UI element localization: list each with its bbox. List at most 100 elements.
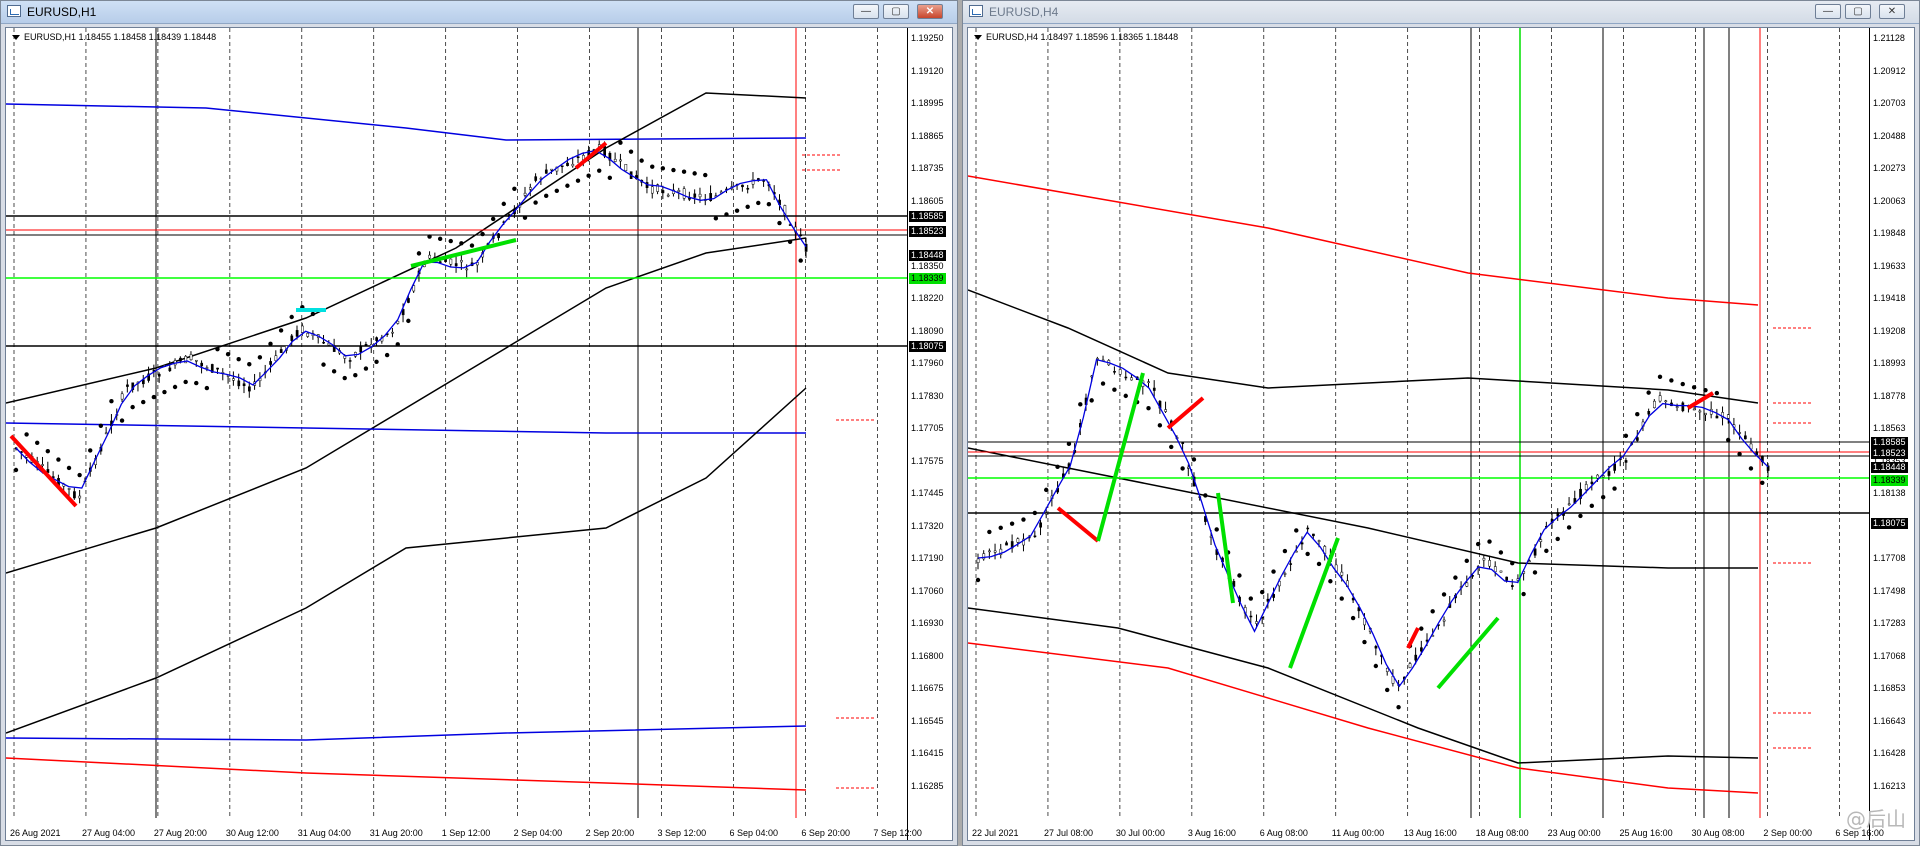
sar-dot — [998, 525, 1003, 530]
minimize-button[interactable]: — — [853, 4, 879, 19]
price-tick-label: 1.17283 — [1873, 618, 1906, 628]
sar-dot — [1544, 548, 1549, 554]
candle-body — [982, 553, 986, 560]
minimize-button[interactable]: — — [1815, 4, 1841, 19]
price-tick-label: 1.17445 — [911, 488, 944, 498]
dropdown-triangle-icon[interactable] — [974, 35, 982, 41]
candle-body — [1465, 582, 1469, 587]
time-tick-label: 3 Sep 12:00 — [657, 828, 707, 838]
price-tick-label: 1.19848 — [1873, 228, 1906, 238]
candle-body — [322, 341, 325, 344]
time-tick-label: 13 Aug 16:00 — [1403, 828, 1457, 838]
maximize-button[interactable]: ▢ — [883, 4, 909, 19]
window-titlebar[interactable]: EURUSD,H4 — ▢ ✕ — [963, 1, 1919, 24]
candle-body — [1499, 570, 1503, 573]
sar-dot — [1419, 626, 1424, 631]
sar-dot — [734, 208, 740, 213]
candle-body — [1044, 512, 1048, 515]
close-button[interactable]: ✕ — [917, 4, 943, 19]
sar-dot — [777, 220, 782, 226]
candle-body — [237, 380, 241, 387]
chart-area[interactable]: EURUSD,H4 1.18497 1.18596 1.18365 1.1844… — [967, 27, 1915, 841]
candle-body — [571, 163, 575, 167]
price-axis[interactable] — [1869, 28, 1870, 840]
price-level-label: 1.18585 — [1871, 437, 1908, 448]
sar-dot — [247, 362, 252, 367]
sar-dot — [575, 178, 581, 183]
zigzag-segment — [1406, 627, 1420, 649]
candle-body — [1039, 522, 1042, 528]
price-level-label: 1.18523 — [1871, 448, 1908, 459]
zigzag-segment — [9, 434, 78, 508]
sar-dot — [257, 355, 263, 360]
sar-dot — [459, 241, 464, 246]
upper-band-red — [968, 175, 1759, 306]
zigzag-segment — [1288, 537, 1340, 669]
dropdown-triangle-icon[interactable] — [12, 35, 20, 41]
sar-dot — [1487, 539, 1492, 544]
candle-body — [1147, 381, 1150, 383]
sar-dot — [225, 351, 231, 357]
sar-dot — [1305, 551, 1310, 557]
price-tick-label: 1.18563 — [1873, 423, 1906, 433]
candle-body — [168, 367, 172, 372]
maximize-button[interactable]: ▢ — [1845, 4, 1871, 19]
chart-window-h1[interactable]: EURUSD,H1 — ▢ ✕ EURUSD,H1 1.18455 1.1845… — [0, 0, 958, 846]
sar-dot — [1737, 451, 1742, 457]
time-tick-label: 27 Jul 08:00 — [1043, 828, 1093, 838]
time-tick-label: 30 Jul 00:00 — [1115, 828, 1165, 838]
sar-dot — [1691, 385, 1697, 390]
price-tick-label: 1.17060 — [911, 585, 944, 596]
sar-dot — [1089, 398, 1094, 403]
sar-dot — [1032, 510, 1038, 516]
sar-dot — [278, 328, 284, 333]
candle-body — [1408, 663, 1412, 668]
zigzag-segment — [1166, 396, 1205, 430]
sar-dot — [756, 200, 761, 206]
candle-body — [624, 164, 628, 172]
price-tick-label: 1.18605 — [911, 195, 944, 206]
price-tick-label: 1.18090 — [911, 325, 944, 336]
candle-body — [1505, 576, 1509, 581]
time-tick-label: 7 Sep 12:00 — [873, 828, 922, 838]
candle-body — [1289, 563, 1293, 565]
sar-dot — [1237, 573, 1242, 578]
candle-body — [1613, 463, 1616, 471]
sar-dot — [1259, 589, 1265, 595]
price-axis[interactable] — [907, 28, 908, 840]
sar-dot — [331, 369, 337, 374]
price-chart[interactable] — [6, 28, 953, 841]
lower-envelope-black — [968, 607, 1759, 764]
sar-dot — [1066, 441, 1072, 447]
time-tick-label: 26 Aug 2021 — [10, 828, 61, 838]
candle-body — [1482, 558, 1486, 561]
price-chart[interactable] — [968, 28, 1915, 841]
sar-dot — [1146, 406, 1151, 411]
candle-body — [279, 349, 283, 353]
sar-dot — [1635, 412, 1640, 417]
sar-dot — [1510, 560, 1515, 566]
chart-area[interactable]: EURUSD,H1 1.18455 1.18458 1.18439 1.1844… — [5, 27, 953, 841]
sar-dot — [1669, 378, 1674, 383]
sar-dot — [45, 448, 51, 454]
price-tick-label: 1.20063 — [1873, 195, 1906, 206]
price-tick-label: 1.19250 — [911, 33, 944, 43]
time-tick-label: 25 Aug 16:00 — [1619, 828, 1673, 838]
chart-window-h4[interactable]: EURUSD,H4 — ▢ ✕ EURUSD,H4 1.18497 1.1859… — [962, 0, 1920, 846]
price-tick-label: 1.17960 — [911, 358, 944, 368]
sar-dot — [416, 251, 422, 256]
ohlc-text: EURUSD,H1 1.18455 1.18458 1.18439 1.1844… — [24, 32, 217, 42]
window-titlebar[interactable]: EURUSD,H1 — ▢ ✕ — [1, 1, 957, 24]
lower-envelope-black — [6, 387, 807, 734]
sar-dot — [289, 314, 294, 320]
sar-dot — [745, 204, 750, 210]
sar-dot — [130, 404, 135, 410]
sar-dot — [109, 398, 114, 404]
candle-body — [1624, 460, 1628, 463]
candle-body — [248, 386, 251, 392]
close-button[interactable]: ✕ — [1879, 4, 1905, 19]
sar-dot — [204, 385, 210, 391]
candle-body — [67, 488, 71, 490]
price-tick-label: 1.20273 — [1873, 163, 1906, 173]
sar-dot — [1180, 466, 1185, 471]
